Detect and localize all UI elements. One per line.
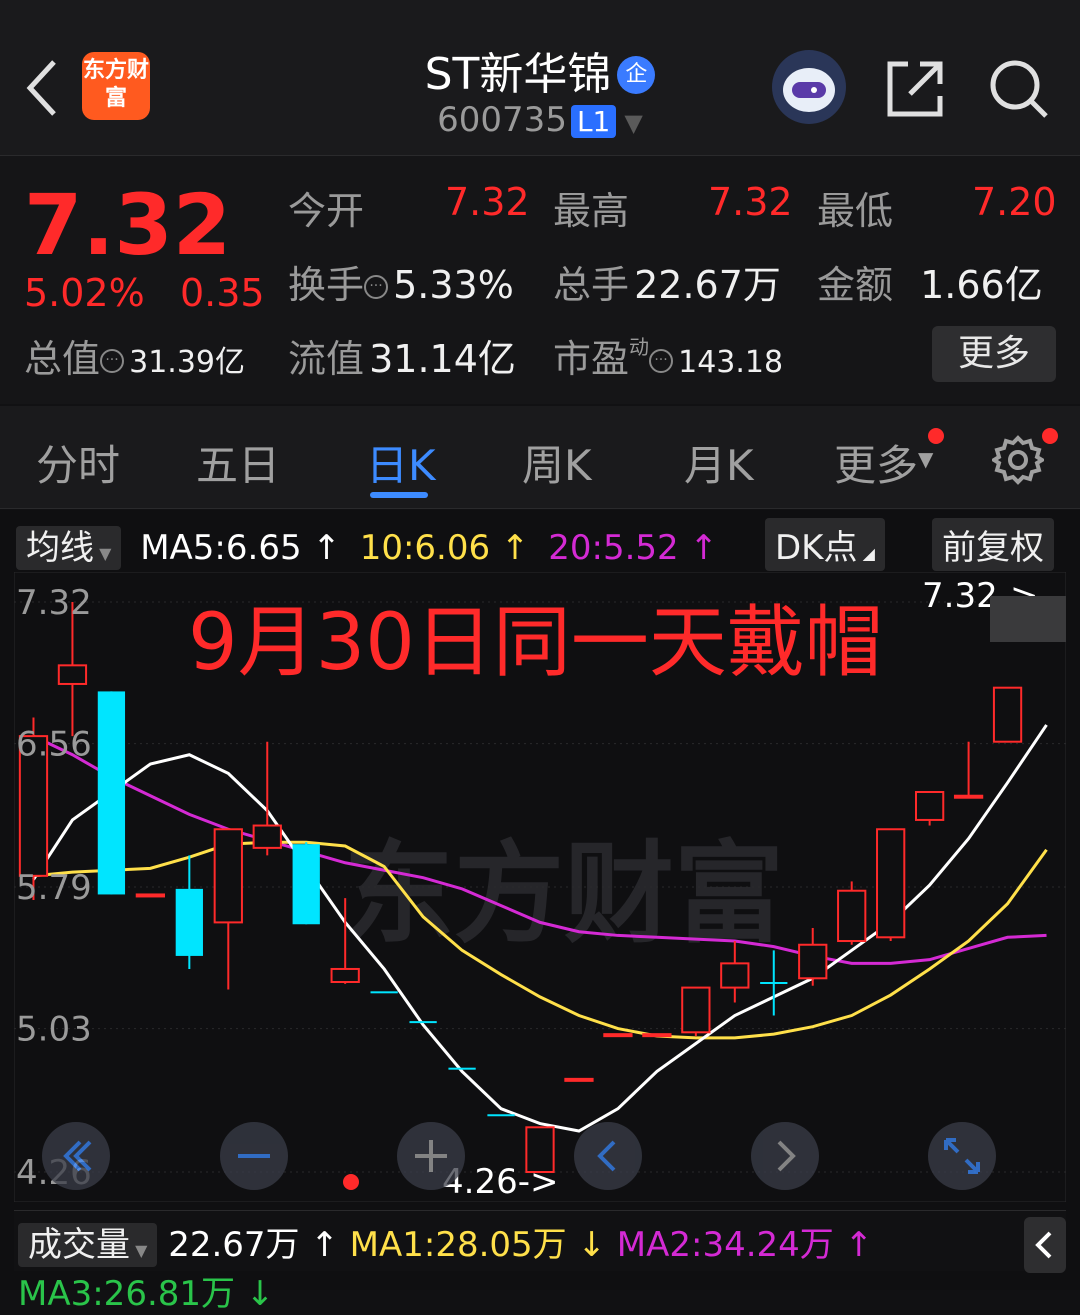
- candle: [564, 1077, 594, 1082]
- tab-monthly-k[interactable]: 月K: [684, 432, 754, 493]
- active-tab-indicator: [370, 492, 428, 498]
- float-cap: 流值 31.14亿: [288, 337, 516, 381]
- volume-indicator-select[interactable]: 成交量 ▼: [18, 1223, 158, 1267]
- ma-legend-row: 均线 ▼ MA5:6.65 ↑ 10:6.06 ↑ 20:5.52 ↑: [16, 520, 1066, 570]
- candle: [448, 1067, 476, 1070]
- next-button[interactable]: [751, 1122, 819, 1190]
- turnover[interactable]: 换手 ··· 5.33%: [288, 254, 514, 309]
- candle: [876, 828, 906, 942]
- share-icon[interactable]: [886, 58, 946, 118]
- vol-ma1: MA1:28.05万 ↓: [349, 1225, 606, 1265]
- low-label: 最低: [817, 189, 894, 233]
- candle: [760, 950, 788, 1016]
- volume-toolbar: 成交量 ▼ 22.67万 ↑ MA1:28.05万 ↓ MA2:34.24万 ↑…: [14, 1210, 1066, 1314]
- amount: 金额 1.66亿: [817, 263, 1043, 307]
- candle: [175, 855, 203, 969]
- y-tick-label: 5.79: [16, 868, 92, 908]
- volume-value: 22.67万 ↑: [168, 1225, 339, 1265]
- info-icon[interactable]: ···: [649, 349, 674, 373]
- vol-ma3: MA3:26.81万 ↓: [18, 1274, 275, 1314]
- y-tick-label: 5.03: [16, 1010, 92, 1050]
- assistant-robot-icon[interactable]: [772, 50, 846, 124]
- change-percent: 5.02%: [24, 271, 145, 315]
- candle: [292, 842, 320, 925]
- high-label: 最高: [553, 189, 630, 233]
- plus-icon: [415, 1140, 447, 1172]
- info-icon[interactable]: ···: [364, 275, 389, 299]
- volume: 总手 22.67万: [553, 263, 781, 307]
- candle: [642, 1033, 672, 1038]
- change-amount: 0.35: [180, 271, 265, 315]
- more-button[interactable]: 更多: [932, 326, 1056, 382]
- event-dot: [343, 1174, 359, 1190]
- candle: [487, 1114, 515, 1117]
- caret-down-icon[interactable]: ▼: [624, 109, 642, 137]
- caret-down-icon: ▼: [918, 447, 934, 471]
- minus-icon: [238, 1154, 270, 1158]
- settings-gear-icon[interactable]: [992, 434, 1044, 486]
- expand-icon: [944, 1138, 980, 1174]
- dk-point-button[interactable]: DK点 ◢: [765, 518, 885, 571]
- open-label: 今开: [288, 189, 365, 233]
- candle: [252, 741, 282, 856]
- last-price: 7.32: [24, 176, 232, 274]
- tab-five-day[interactable]: 五日: [196, 432, 280, 493]
- notification-dot: [1042, 428, 1058, 444]
- ma10-value: 10:6.06 ↑: [359, 528, 530, 568]
- low-value: 7.20: [972, 180, 1057, 224]
- enterprise-badge-icon: 企: [617, 56, 656, 94]
- notification-dot: [928, 428, 944, 444]
- tab-more[interactable]: 更多▼: [834, 432, 933, 493]
- caret-down-icon: ▼: [94, 544, 112, 563]
- period-tabs: 分时 五日 日K 周K 月K 更多▼: [0, 406, 1080, 509]
- candle: [370, 991, 398, 994]
- candle: [135, 893, 166, 898]
- double-chevron-left-icon: [63, 1140, 92, 1172]
- indicator-select[interactable]: 均线 ▼: [16, 526, 122, 570]
- chart-annotation: 9月30日同一天戴帽: [188, 598, 883, 688]
- candle: [914, 791, 945, 826]
- rewind-button[interactable]: [42, 1122, 110, 1190]
- info-icon[interactable]: ···: [100, 349, 125, 373]
- quote-panel: 7.32 5.02% 0.35 总值 ··· 31.39亿 今开 7.32 换手 ·…: [0, 156, 1080, 404]
- candle: [681, 986, 711, 1037]
- y-tick-label: 6.56: [16, 725, 92, 765]
- tab-intraday[interactable]: 分时: [36, 432, 120, 493]
- candle: [213, 828, 243, 990]
- chevron-right-icon: [777, 1140, 796, 1172]
- prev-button[interactable]: [574, 1122, 642, 1190]
- candle: [97, 691, 126, 895]
- candle: [837, 881, 867, 945]
- search-icon[interactable]: [988, 58, 1050, 120]
- tab-weekly-k[interactable]: 周K: [522, 432, 592, 493]
- volume-legend: 成交量 ▼ 22.67万 ↑ MA1:28.05万 ↓ MA2:34.24万 ↑…: [18, 1217, 1066, 1315]
- stock-name: ST新华锦: [424, 49, 612, 100]
- open-value: 7.32: [445, 180, 530, 224]
- chevron-left-icon: [1035, 1231, 1052, 1259]
- candle: [953, 741, 984, 799]
- collapse-button[interactable]: [1024, 1217, 1066, 1273]
- candle: [798, 927, 828, 986]
- candle: [603, 1033, 633, 1038]
- level-badge: L1: [570, 105, 617, 138]
- y-tick-label: 7.32: [16, 583, 92, 623]
- tab-daily-k[interactable]: 日K: [366, 432, 436, 493]
- kline-chart-panel: 均线 ▼ MA5:6.65 ↑ 10:6.06 ↑ 20:5.52 ↑ DK点 …: [0, 510, 1080, 1314]
- high-value: 7.32: [708, 180, 793, 224]
- ma20-value: 20:5.52 ↑: [548, 528, 718, 568]
- candle: [992, 686, 1023, 743]
- chevron-left-icon: [597, 1140, 616, 1172]
- price-tag: [990, 596, 1066, 642]
- ma5-value: MA5:6.65 ↑: [140, 528, 341, 568]
- zoom-out-button[interactable]: [220, 1122, 288, 1190]
- zoom-in-button[interactable]: [397, 1122, 465, 1190]
- stock-code: 600735: [437, 100, 567, 140]
- pe-ratio[interactable]: 市盈动··· 143.18: [553, 328, 783, 383]
- adjust-button[interactable]: 前复权: [932, 518, 1054, 571]
- header-bar: 东方财富 ST新华锦企 600735 L1 ▼: [0, 0, 1080, 156]
- fullscreen-button[interactable]: [928, 1122, 996, 1190]
- vol-ma2: MA2:34.24万 ↑: [616, 1225, 874, 1265]
- candle: [409, 1021, 437, 1024]
- market-cap[interactable]: 总值 ··· 31.39亿: [24, 328, 245, 383]
